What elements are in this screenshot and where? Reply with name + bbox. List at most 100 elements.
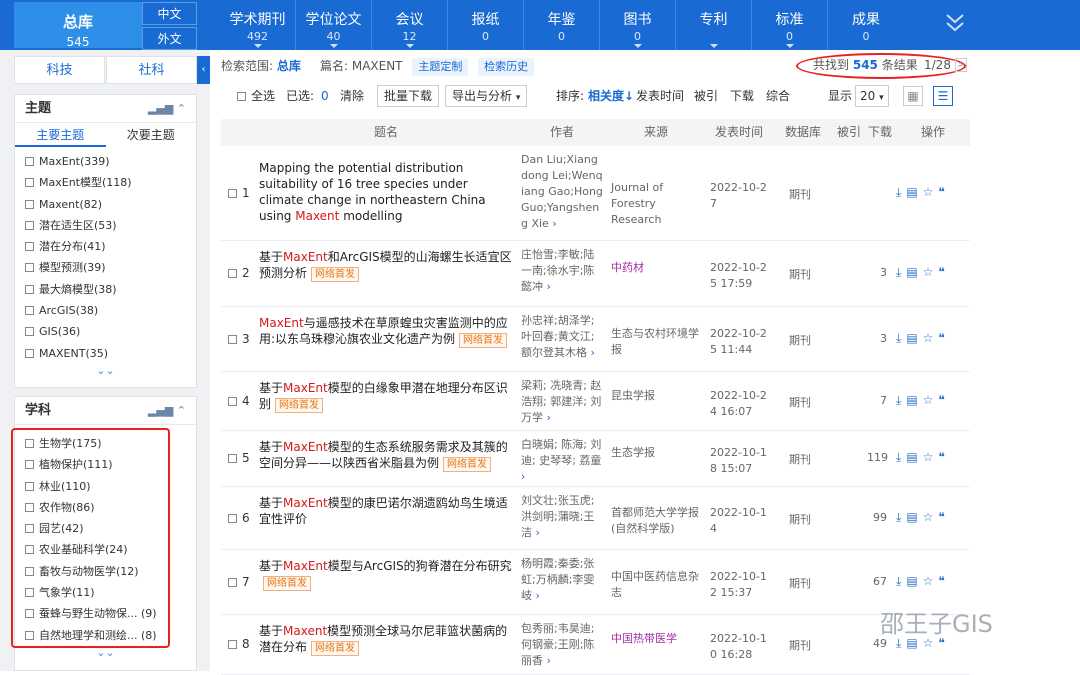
read-icon[interactable]: ▤	[906, 265, 922, 279]
chart-collapse-icons[interactable]: ▂▄▆ ⌃	[148, 397, 186, 425]
page-size-select[interactable]: 20 ▾	[855, 85, 889, 107]
tab-standards[interactable]: 标准 0	[752, 0, 828, 50]
facet-item[interactable]: MAXENT(35)	[15, 343, 196, 364]
facet-item[interactable]: 潜在适生区(53)	[15, 215, 196, 236]
read-icon[interactable]: ▤	[906, 450, 922, 464]
download-icon[interactable]: ⤓	[896, 393, 906, 407]
source-link[interactable]: 中国中医药信息杂志	[611, 569, 703, 601]
expand-more-icon[interactable]: ⌄⌄	[15, 646, 196, 662]
author-list[interactable]: 梁莉; 冼晓青; 赵浩翔; 郭建洋; 刘万学 ›	[521, 378, 603, 426]
paper-title-link[interactable]: MaxEnt与遥感技术在草原蝗虫灾害监测中的应用:以东乌珠穆沁旗农业文化遗产为例…	[259, 315, 513, 348]
row-select[interactable]: 1	[228, 186, 250, 200]
tab-science[interactable]: 科技	[14, 56, 105, 84]
checkbox[interactable]	[228, 189, 237, 198]
tab-patents[interactable]: 专利	[676, 0, 752, 50]
source-link[interactable]: 中药材	[611, 260, 703, 276]
quote-icon[interactable]: ❝	[938, 265, 949, 279]
facet-item[interactable]: MaxEnt(339)	[15, 151, 196, 172]
next-page-button[interactable]: >	[955, 58, 967, 72]
facet-item[interactable]: 最大熵模型(38)	[15, 279, 196, 300]
chart-collapse-icons[interactable]: ▂▄▆ ⌃	[148, 95, 186, 123]
tab-journals[interactable]: 学术期刊 492	[220, 0, 296, 50]
source-link[interactable]: 生态与农村环境学报	[611, 326, 703, 358]
paper-title-link[interactable]: 基于Maxent模型预测全球马尔尼菲篮状菌病的潜在分布 网络首发	[259, 623, 513, 656]
checkbox[interactable]	[25, 220, 34, 230]
checkbox[interactable]	[25, 199, 34, 209]
export-analysis-dropdown[interactable]: 导出与分析 ▾	[445, 85, 528, 107]
sort-relevance-button[interactable]: 相关度↓	[588, 83, 634, 109]
paper-title-link[interactable]: 基于MaxEnt模型的康巴诺尔湖遗鸥幼鸟生境适宜性评价	[259, 495, 513, 527]
sort-overall-button[interactable]: 综合	[766, 83, 790, 109]
quote-icon[interactable]: ❝	[938, 185, 949, 199]
tab-theses[interactable]: 学位论文 40	[296, 0, 372, 50]
checkbox[interactable]	[25, 263, 34, 273]
source-link[interactable]: 首都师范大学学报(自然科学版)	[611, 505, 703, 537]
download-icon[interactable]: ⤓	[896, 265, 906, 279]
checkbox[interactable]	[25, 284, 34, 294]
star-icon[interactable]: ☆	[923, 185, 939, 199]
select-all[interactable]: 全选	[237, 83, 275, 109]
checkbox[interactable]	[228, 335, 237, 344]
checkbox[interactable]	[25, 348, 34, 358]
tab-minor-topic[interactable]: 次要主题	[106, 123, 197, 147]
read-icon[interactable]: ▤	[906, 574, 922, 588]
row-select[interactable]: 2	[228, 266, 250, 280]
topic-custom-button[interactable]: 主题定制	[412, 58, 469, 76]
facet-item[interactable]: 模型预测(39)	[15, 257, 196, 278]
grid-view-icon[interactable]: ▦	[903, 86, 923, 106]
checkbox[interactable]	[25, 178, 34, 188]
batch-download-button[interactable]: 批量下载	[377, 85, 440, 107]
paper-title-link[interactable]: Mapping the potential distribution suita…	[259, 160, 513, 224]
quote-icon[interactable]: ❝	[938, 510, 949, 524]
star-icon[interactable]: ☆	[923, 510, 939, 524]
header-download[interactable]: 下载	[868, 119, 892, 146]
read-icon[interactable]: ▤	[906, 393, 922, 407]
download-icon[interactable]: ⤓	[896, 331, 906, 345]
read-icon[interactable]: ▤	[906, 185, 922, 199]
lang-foreign-button[interactable]: 外文	[142, 27, 197, 50]
facet-item[interactable]: GIS(36)	[15, 321, 196, 342]
author-list[interactable]: 包秀丽;韦昊迪;何钢豪;王刚;陈丽香 ›	[521, 621, 603, 669]
lang-chinese-button[interactable]: 中文	[142, 2, 197, 25]
source-link[interactable]: 昆虫学报	[611, 388, 703, 404]
paper-title-link[interactable]: 基于MaxEnt模型的白缘象甲潜在地理分布区识别 网络首发	[259, 380, 513, 413]
download-icon[interactable]: ⤓	[896, 574, 906, 588]
author-list[interactable]: Dan Liu;Xiangdong Lei;Wenqiang Gao;Hong …	[521, 152, 603, 232]
tab-newspaper[interactable]: 报纸 0	[448, 0, 524, 50]
star-icon[interactable]: ☆	[923, 574, 939, 588]
sort-cited-button[interactable]: 被引	[694, 83, 718, 109]
checkbox[interactable]	[25, 306, 34, 316]
source-link[interactable]: 中国热带医学	[611, 631, 703, 647]
facet-item[interactable]: Maxent(82)	[15, 194, 196, 215]
quote-icon[interactable]: ❝	[938, 574, 949, 588]
star-icon[interactable]: ☆	[923, 331, 939, 345]
paper-title-link[interactable]: 基于MaxEnt模型与ArcGIS的狗脊潜在分布研究网络首发	[259, 558, 513, 591]
author-list[interactable]: 刘文壮;张玉虎;洪剑明;蒲晓;王洁 ›	[521, 493, 603, 541]
expand-nav-icon[interactable]	[940, 8, 970, 38]
source-link[interactable]: 生态学报	[611, 445, 703, 461]
sort-time-button[interactable]: 发表时间	[636, 83, 684, 109]
checkbox[interactable]	[228, 578, 237, 587]
star-icon[interactable]: ☆	[923, 450, 939, 464]
author-list[interactable]: 庄怡雪;李敏;陆一南;徐水宇;陈懿冲 ›	[521, 247, 603, 295]
read-icon[interactable]: ▤	[906, 510, 922, 524]
list-view-icon[interactable]: ☰	[933, 86, 953, 106]
star-icon[interactable]: ☆	[923, 265, 939, 279]
checkbox[interactable]	[237, 92, 246, 101]
paper-title-link[interactable]: 基于MaxEnt和ArcGIS模型的山海螺生长适宜区预测分析 网络首发	[259, 249, 513, 282]
row-select[interactable]: 6	[228, 511, 250, 525]
tab-achievements[interactable]: 成果 0	[828, 0, 904, 50]
checkbox[interactable]	[228, 269, 237, 278]
checkbox[interactable]	[25, 327, 34, 337]
checkbox[interactable]	[228, 514, 237, 523]
tab-zongku[interactable]: 总库 545	[14, 2, 142, 49]
row-select[interactable]: 8	[228, 637, 250, 651]
tab-conference[interactable]: 会议 12	[372, 0, 448, 50]
row-select[interactable]: 5	[228, 451, 250, 465]
quote-icon[interactable]: ❝	[938, 393, 949, 407]
checkbox[interactable]	[25, 157, 34, 166]
facet-item[interactable]: MaxEnt模型(118)	[15, 172, 196, 193]
source-link[interactable]: Journal of Forestry Research	[611, 180, 703, 228]
tab-social-science[interactable]: 社科	[106, 56, 197, 84]
download-icon[interactable]: ⤓	[896, 450, 906, 464]
